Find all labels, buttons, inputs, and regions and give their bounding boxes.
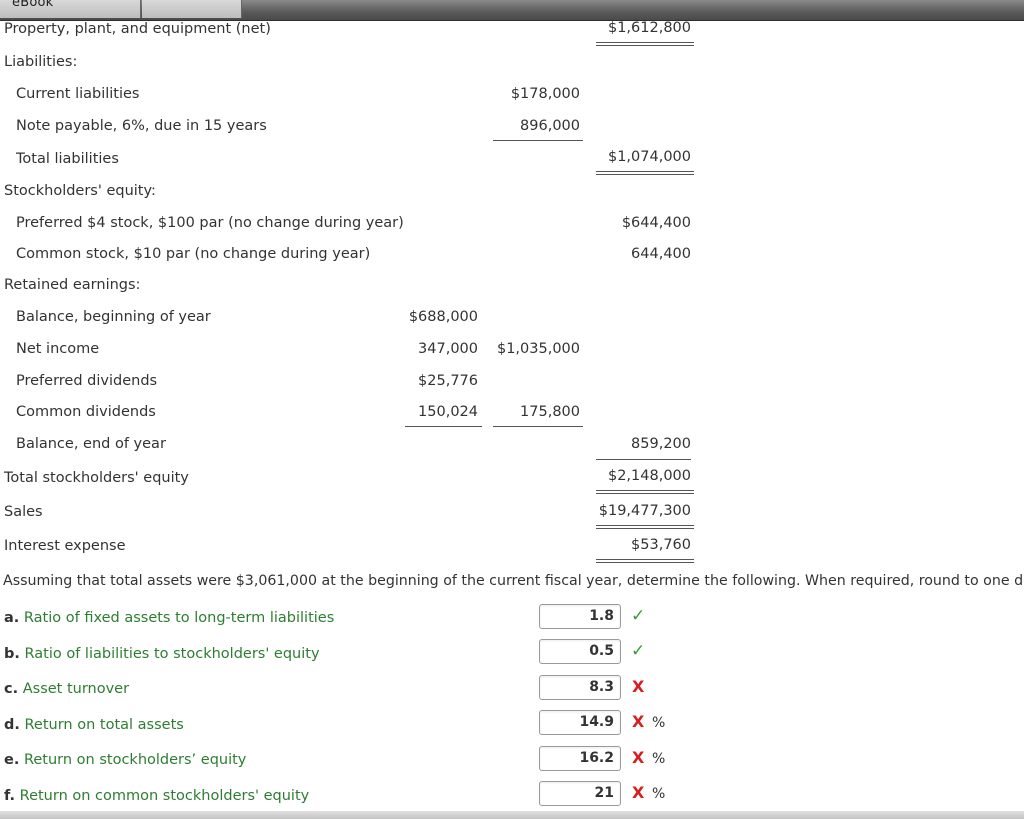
common-dividends-value: 150,024 [418, 404, 478, 420]
correct-check-icon: ✓ [631, 641, 646, 661]
answer-input-f[interactable]: 21 [539, 781, 621, 806]
preferred-stock-label: Preferred $4 stock, $100 par (no change … [16, 215, 404, 231]
question-a: a. Ratio of fixed assets to long-term li… [4, 609, 334, 627]
ppe-double-underline [596, 42, 694, 46]
percent-suffix: % [652, 715, 666, 731]
incorrect-x-icon: X [632, 712, 645, 731]
question-text: Return on total assets [24, 717, 184, 733]
total-liabilities-label: Total liabilities [16, 151, 119, 167]
question-text: Return on stockholders’ equity [23, 752, 247, 768]
dividends-total: 175,800 [520, 404, 580, 420]
dividends-total-underline [493, 426, 583, 427]
total-equity-double-underline [596, 490, 694, 494]
net-income-sum: $1,035,000 [496, 341, 580, 357]
question-text: Ratio of fixed assets to long-term liabi… [23, 610, 335, 626]
tab-secondary[interactable] [142, 0, 242, 18]
answer-value: 14.9 [579, 714, 614, 730]
question-letter: f. [4, 788, 16, 804]
dividends-underline [405, 426, 482, 427]
answer-value: 1.8 [589, 608, 614, 624]
net-income-label: Net income [16, 341, 100, 357]
common-dividends-label: Common dividends [16, 404, 156, 420]
preferred-dividends-label: Preferred dividends [16, 373, 158, 389]
question-letter: b. [4, 646, 20, 662]
note-payable-value: 896,000 [520, 118, 580, 134]
note-payable-underline [493, 140, 583, 141]
interest-expense-value: $53,760 [631, 537, 691, 553]
tab-ebook[interactable]: eBook [0, 0, 141, 18]
sales-value: $19,477,300 [598, 503, 691, 519]
question-b: b. Ratio of liabilities to stockholders'… [4, 645, 320, 663]
preferred-dividends-value: $25,776 [418, 373, 478, 389]
correct-check-icon: ✓ [631, 606, 646, 626]
balance-end-value: 859,200 [631, 436, 691, 452]
incorrect-x-icon: X [632, 748, 645, 767]
question-c: c. Asset turnover [4, 680, 129, 698]
total-equity-label: Total stockholders' equity [4, 470, 189, 486]
sales-label: Sales [4, 504, 43, 520]
question-letter: c. [4, 681, 19, 697]
total-liabilities-value: $1,074,000 [607, 149, 691, 165]
instructions-text: Assuming that total assets were $3,061,0… [3, 573, 1024, 589]
answer-input-b[interactable]: 0.5 [539, 639, 621, 664]
percent-suffix: % [652, 751, 666, 767]
question-text: Return on common stockholders' equity [19, 788, 310, 804]
total-equity-value: $2,148,000 [607, 468, 691, 484]
question-text: Asset turnover [22, 681, 130, 697]
bottom-scroll-edge [0, 811, 1024, 819]
percent-suffix: % [652, 786, 666, 802]
answer-input-e[interactable]: 16.2 [539, 746, 621, 771]
interest-expense-double-underline [596, 559, 694, 563]
answer-input-c[interactable]: 8.3 [539, 675, 621, 700]
question-text: Ratio of liabilities to stockholders' eq… [24, 646, 320, 662]
answer-value: 0.5 [589, 643, 614, 659]
common-stock-label: Common stock, $10 par (no change during … [16, 246, 371, 262]
balance-end-label: Balance, end of year [16, 436, 166, 452]
equity-heading: Stockholders' equity: [4, 183, 156, 199]
preferred-stock-value: $644,400 [621, 215, 691, 231]
current-liabilities-label: Current liabilities [16, 86, 140, 102]
liabilities-heading: Liabilities: [4, 54, 78, 70]
common-stock-value: 644,400 [631, 246, 691, 262]
tab-ebook-label: eBook [12, 0, 54, 10]
question-f: f. Return on common stockholders' equity [4, 787, 309, 805]
retained-earnings-heading: Retained earnings: [4, 277, 141, 293]
question-d: d. Return on total assets [4, 716, 184, 734]
total-liabilities-double-underline [596, 171, 694, 175]
answer-input-d[interactable]: 14.9 [539, 710, 621, 735]
net-income-value: 347,000 [418, 341, 478, 357]
question-e: e. Return on stockholders’ equity [4, 751, 246, 769]
top-toolbar: eBook [0, 0, 1024, 21]
interest-expense-label: Interest expense [4, 538, 126, 554]
sales-double-underline [596, 525, 694, 529]
balance-begin-value: $688,000 [408, 309, 478, 325]
current-liabilities-value: $178,000 [510, 86, 580, 102]
question-letter: e. [4, 752, 20, 768]
question-letter: d. [4, 717, 20, 733]
answer-value: 16.2 [579, 750, 614, 766]
incorrect-x-icon: X [632, 783, 645, 802]
ppe-value: $1,612,800 [607, 20, 691, 36]
note-payable-label: Note payable, 6%, due in 15 years [16, 118, 267, 134]
balance-begin-label: Balance, beginning of year [16, 309, 211, 325]
question-letter: a. [4, 610, 20, 626]
answer-value: 21 [594, 785, 614, 801]
ppe-label: Property, plant, and equipment (net) [4, 21, 271, 37]
answer-input-a[interactable]: 1.8 [539, 604, 621, 629]
incorrect-x-icon: X [632, 677, 645, 696]
balance-end-underline [596, 459, 691, 460]
answer-value: 8.3 [589, 679, 614, 695]
